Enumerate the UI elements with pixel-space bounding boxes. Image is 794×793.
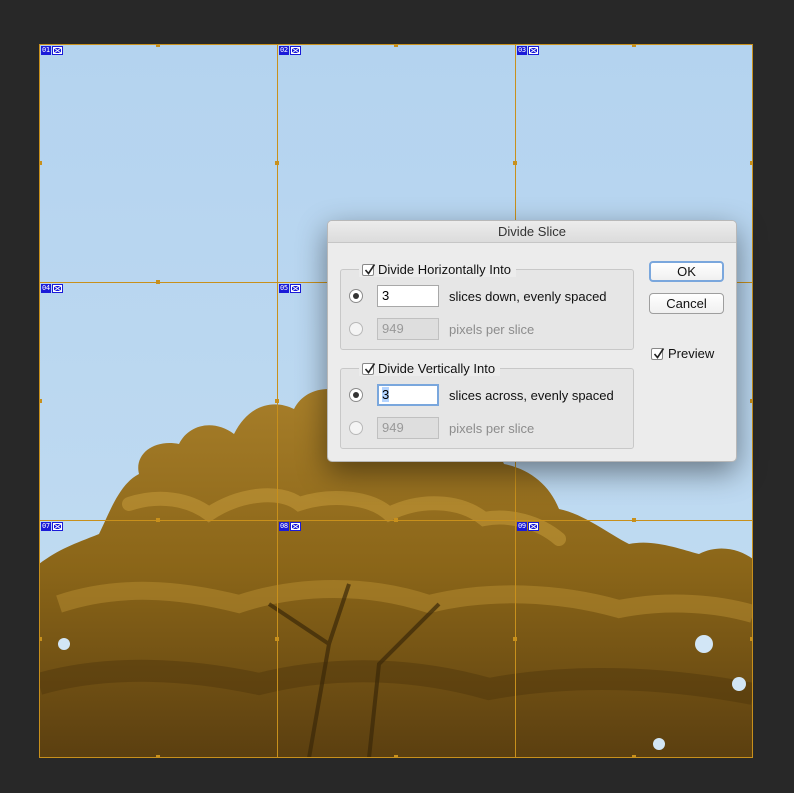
horizontal-slices-row: 3 slices down, evenly spaced <box>349 285 607 307</box>
divide-slice-dialog: Divide Slice Divide Horizontally Into 3 … <box>327 220 737 462</box>
image-slice-icon <box>51 284 63 293</box>
slice-badge-08[interactable]: 08 <box>279 522 301 531</box>
slice-number: 05 <box>279 284 289 293</box>
divide-horizontally-checkbox[interactable] <box>362 263 376 276</box>
radio-selected-dot <box>353 392 359 398</box>
pixels-per-slice-label-h: pixels per slice <box>449 321 535 337</box>
divide-horizontally-label: Divide Horizontally Into <box>378 262 511 277</box>
cancel-button[interactable]: Cancel <box>649 293 724 314</box>
checkmark-icon <box>364 263 376 275</box>
horizontal-legend: Divide Horizontally Into <box>359 262 516 277</box>
slice-number: 07 <box>41 522 51 531</box>
slices-down-label: slices down, evenly spaced <box>449 288 607 304</box>
slices-down-radio[interactable] <box>349 289 363 303</box>
slice-number: 02 <box>279 46 289 55</box>
slices-across-radio[interactable] <box>349 388 363 402</box>
checkmark-icon <box>364 362 376 374</box>
slice-number: 09 <box>517 522 527 531</box>
slice-number: 01 <box>41 46 51 55</box>
image-slice-icon <box>51 522 63 531</box>
image-slice-icon <box>51 46 63 55</box>
preview-label: Preview <box>668 346 715 361</box>
pixels-per-slice-input-h[interactable]: 949 <box>377 318 439 340</box>
horizontal-pixels-row: 949 pixels per slice <box>349 318 534 340</box>
vertical-legend: Divide Vertically Into <box>359 361 501 376</box>
slice-badge-07[interactable]: 07 <box>41 522 63 531</box>
pixels-per-slice-radio-v[interactable] <box>349 421 363 435</box>
vertical-pixels-row: 949 pixels per slice <box>349 417 534 439</box>
slice-badge-04[interactable]: 04 <box>41 284 63 293</box>
slices-across-label: slices across, evenly spaced <box>449 387 614 403</box>
image-slice-icon <box>289 46 301 55</box>
slice-badge-02[interactable]: 02 <box>279 46 301 55</box>
image-slice-icon <box>527 46 539 55</box>
slice-number: 03 <box>517 46 527 55</box>
checkmark-icon <box>653 347 665 359</box>
image-slice-icon <box>527 522 539 531</box>
slice-badge-05[interactable]: 05 <box>279 284 301 293</box>
radio-selected-dot <box>353 293 359 299</box>
ok-button[interactable]: OK <box>649 261 724 282</box>
preview-option: Preview <box>651 346 714 361</box>
preview-checkbox[interactable] <box>651 347 665 360</box>
slice-badge-09[interactable]: 09 <box>517 522 539 531</box>
slice-number: 04 <box>41 284 51 293</box>
slices-down-input[interactable]: 3 <box>377 285 439 307</box>
slice-number: 08 <box>279 522 289 531</box>
image-slice-icon <box>289 522 301 531</box>
divide-vertically-checkbox[interactable] <box>362 362 376 375</box>
pixels-per-slice-label-v: pixels per slice <box>449 420 535 436</box>
pixels-per-slice-radio-h[interactable] <box>349 322 363 336</box>
vertical-group: Divide Vertically Into 3 slices across, … <box>340 361 634 449</box>
dialog-title[interactable]: Divide Slice <box>328 221 736 243</box>
horizontal-group: Divide Horizontally Into 3 slices down, … <box>340 262 634 350</box>
slice-badge-01[interactable]: 01 <box>41 46 63 55</box>
pixels-per-slice-input-v[interactable]: 949 <box>377 417 439 439</box>
image-slice-icon <box>289 284 301 293</box>
slices-across-input[interactable]: 3 <box>377 384 439 406</box>
divide-vertically-label: Divide Vertically Into <box>378 361 496 376</box>
selected-text: 3 <box>382 387 390 402</box>
slice-badge-03[interactable]: 03 <box>517 46 539 55</box>
vertical-slices-row: 3 slices across, evenly spaced <box>349 384 614 406</box>
